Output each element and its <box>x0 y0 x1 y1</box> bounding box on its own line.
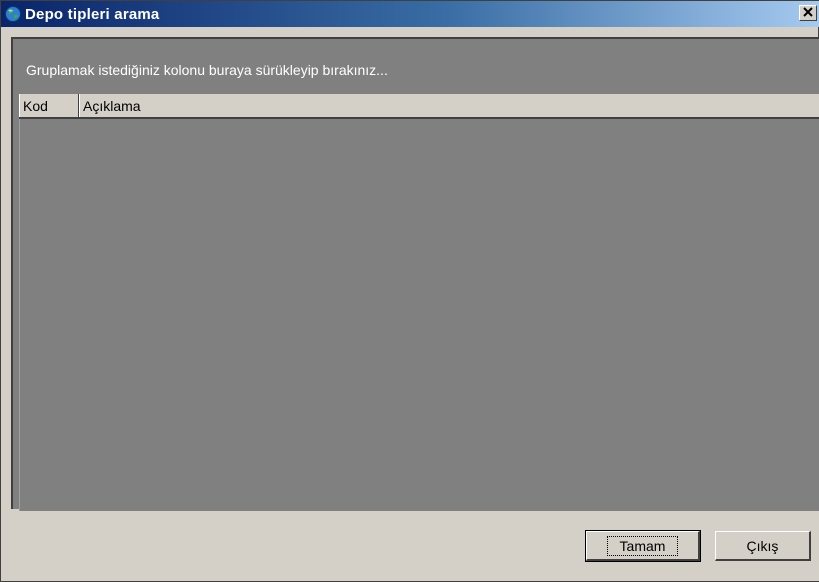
search-dialog: Depo tipleri arama Gruplamak istediğiniz… <box>0 0 819 582</box>
exit-button-label: Çıkış <box>746 537 779 554</box>
close-icon <box>803 4 813 22</box>
ok-button[interactable]: Tamam <box>585 530 701 562</box>
column-header-label: Kod <box>23 97 48 114</box>
grid-panel: Gruplamak istediğiniz kolonu buraya sürü… <box>11 37 819 511</box>
group-by-area[interactable]: Gruplamak istediğiniz kolonu buraya sürü… <box>13 39 819 95</box>
button-bar: Tamam Çıkış <box>1 511 819 581</box>
close-button[interactable] <box>799 5 817 21</box>
ok-button-label: Tamam <box>606 535 679 556</box>
group-by-hint: Gruplamak istediğiniz kolonu buraya sürü… <box>26 62 388 78</box>
grid-body[interactable] <box>19 119 819 511</box>
globe-icon <box>4 5 22 23</box>
column-header-aciklama[interactable]: Açıklama <box>79 94 819 117</box>
exit-button[interactable]: Çıkış <box>715 531 811 561</box>
grid-header: Kod Açıklama <box>19 94 819 119</box>
column-header-label: Açıklama <box>83 97 141 114</box>
window-title: Depo tipleri arama <box>25 5 160 23</box>
title-bar[interactable]: Depo tipleri arama <box>1 1 819 27</box>
column-header-kod[interactable]: Kod <box>19 94 79 117</box>
